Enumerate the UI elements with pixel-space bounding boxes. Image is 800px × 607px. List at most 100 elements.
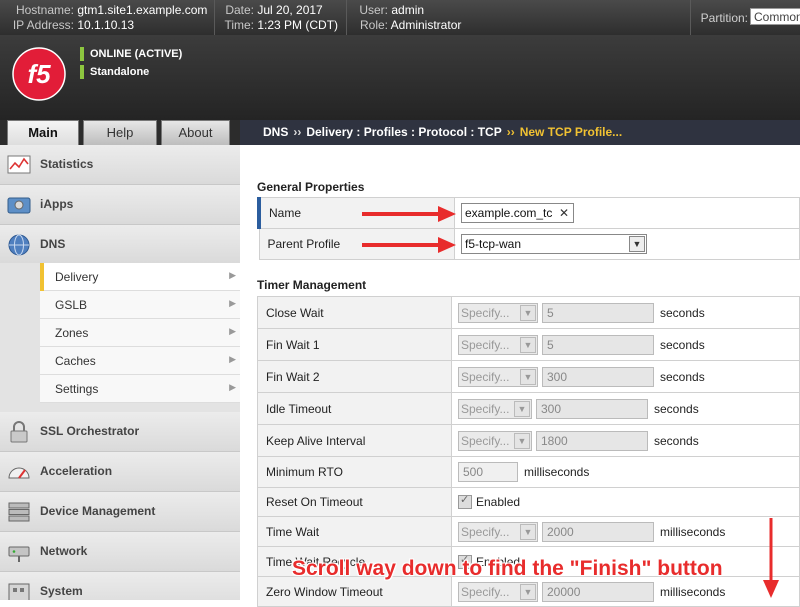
subitem-label: Zones bbox=[55, 326, 89, 340]
sidebar-label: System bbox=[40, 584, 83, 598]
breadcrumb: DNS ›› Delivery : Profiles : Protocol : TC… bbox=[240, 120, 800, 145]
chevron-down-icon: ▼ bbox=[629, 236, 645, 252]
sidebar-item-ssl-orchestrator[interactable]: SSL Orchestrator bbox=[0, 412, 240, 452]
unit-label: seconds bbox=[660, 305, 705, 320]
timer-row: Zero Window Timeout Specify... ▼ 20000 mill… bbox=[257, 576, 800, 607]
chevron-down-icon: ▼ bbox=[520, 304, 536, 321]
specify-select[interactable]: Specify... ▼ bbox=[458, 366, 538, 387]
idle-timeout-input[interactable]: 300 bbox=[536, 398, 648, 419]
name-input[interactable]: example.com_tc ✕ bbox=[461, 203, 574, 223]
user-info: User: admin Role: Administrator bbox=[330, 3, 461, 33]
role-label: Role: bbox=[359, 18, 388, 32]
chevron-right-icon: ▶ bbox=[229, 270, 236, 280]
sidebar-item-device-management[interactable]: Device Management bbox=[0, 492, 240, 532]
specify-select[interactable]: Specify... ▼ bbox=[458, 398, 532, 419]
timer-cell: 500 milliseconds bbox=[451, 456, 800, 488]
fin-wait-1-input[interactable]: 5 bbox=[542, 334, 654, 355]
arrow-down-icon bbox=[763, 518, 779, 598]
mode-indicator bbox=[80, 65, 84, 79]
chevron-right-icon: ▶ bbox=[229, 298, 236, 308]
timer-management-title: Timer Management bbox=[257, 278, 367, 292]
chevron-right-icon: ▶ bbox=[229, 382, 236, 392]
timer-row: Fin Wait 1 Specify... ▼ 5 seconds bbox=[257, 328, 800, 361]
timer-label: Idle Timeout bbox=[257, 392, 452, 425]
partition-select[interactable]: Common bbox=[750, 8, 800, 25]
name-cell: example.com_tc ✕ bbox=[454, 197, 800, 229]
zero-window-timeout-input[interactable]: 20000 bbox=[542, 581, 654, 602]
timer-row: Minimum RTO 500 milliseconds bbox=[257, 456, 800, 488]
sidebar-item-system[interactable]: System bbox=[0, 572, 240, 600]
logo-text: f5 bbox=[27, 59, 51, 89]
breadcrumb-dns[interactable]: DNS bbox=[263, 125, 288, 139]
breadcrumb-tcp[interactable]: Delivery : Profiles : Protocol : TCP bbox=[306, 125, 501, 139]
chevron-down-icon: ▼ bbox=[520, 336, 536, 353]
minimum-rto-input[interactable]: 500 bbox=[458, 462, 518, 482]
parent-profile-row: Parent Profile f5-tcp-wan ▼ bbox=[258, 228, 800, 260]
header-band: f5 ONLINE (ACTIVE) Standalone bbox=[0, 35, 800, 120]
checkbox-label: Enabled bbox=[476, 495, 521, 510]
sidebar-subitem-delivery[interactable]: Delivery ▶ bbox=[40, 263, 240, 291]
general-properties-table: Name example.com_tc ✕ Parent Profile f5-t… bbox=[257, 197, 800, 260]
sidebar-label: Device Management bbox=[40, 504, 156, 518]
topbar-divider bbox=[690, 0, 691, 35]
status-line: ONLINE (ACTIVE) bbox=[80, 47, 182, 61]
system-icon bbox=[8, 583, 30, 600]
timer-cell: Specify... ▼ 1800 seconds bbox=[451, 424, 800, 457]
chevron-right-icon: ▶ bbox=[229, 326, 236, 336]
breadcrumb-separator: ›› bbox=[506, 125, 515, 139]
specify-select[interactable]: Specify... ▼ bbox=[458, 302, 538, 323]
sidebar-subitem-caches[interactable]: Caches ▶ bbox=[40, 347, 240, 375]
specify-select[interactable]: Specify... ▼ bbox=[458, 521, 538, 542]
network-icon bbox=[8, 546, 30, 562]
specify-select[interactable]: Specify... ▼ bbox=[458, 334, 538, 355]
subitem-label: Settings bbox=[55, 382, 99, 396]
chevron-right-icon: ▶ bbox=[229, 354, 236, 364]
tab-main[interactable]: Main bbox=[7, 120, 79, 145]
sidebar-subitem-zones[interactable]: Zones ▶ bbox=[40, 319, 240, 347]
sidebar-item-dns[interactable]: DNS bbox=[0, 225, 240, 263]
f5-logo[interactable]: f5 bbox=[12, 47, 66, 101]
fin-wait-2-input[interactable]: 300 bbox=[542, 366, 654, 387]
sidebar: Statistics iApps DNS Delivery ▶ GSLB ▶ Z… bbox=[0, 145, 240, 600]
top-info-bar: Hostname: gtm1.site1.example.com IP Addr… bbox=[0, 0, 800, 35]
status-text: ONLINE (ACTIVE) bbox=[90, 47, 183, 60]
mode-text: Standalone bbox=[90, 65, 150, 78]
selected-marker bbox=[40, 263, 44, 291]
tab-about[interactable]: About bbox=[161, 120, 230, 145]
time-wait-input[interactable]: 2000 bbox=[542, 521, 654, 542]
lock-icon bbox=[10, 421, 28, 443]
parent-profile-select[interactable]: f5-tcp-wan ▼ bbox=[461, 234, 647, 254]
specify-select[interactable]: Specify... ▼ bbox=[458, 430, 532, 451]
keep-alive-input[interactable]: 1800 bbox=[536, 430, 648, 451]
hostname-value: gtm1.site1.example.com bbox=[77, 3, 208, 17]
specify-text: Specify... bbox=[461, 584, 510, 599]
parent-profile-cell: f5-tcp-wan ▼ bbox=[454, 228, 800, 260]
reset-on-timeout-checkbox[interactable] bbox=[458, 493, 472, 510]
sidebar-item-iapps[interactable]: iApps bbox=[0, 185, 240, 225]
sidebar-item-acceleration[interactable]: Acceleration bbox=[0, 452, 240, 492]
timer-label: Time Wait bbox=[257, 516, 452, 547]
specify-text: Specify... bbox=[461, 401, 510, 416]
unit-label: seconds bbox=[654, 401, 699, 416]
statistics-icon bbox=[7, 155, 31, 174]
timer-row: Fin Wait 2 Specify... ▼ 300 seconds bbox=[257, 360, 800, 393]
globe-icon bbox=[8, 234, 30, 256]
timer-label: Reset On Timeout bbox=[257, 487, 452, 517]
partition-label: Partition: bbox=[700, 11, 748, 25]
sidebar-subitem-settings[interactable]: Settings ▶ bbox=[40, 375, 240, 403]
parent-profile-value: f5-tcp-wan bbox=[465, 237, 522, 251]
sidebar-item-statistics[interactable]: Statistics bbox=[0, 145, 240, 185]
user-label: User: bbox=[359, 3, 388, 17]
sidebar-item-network[interactable]: Network bbox=[0, 532, 240, 572]
specify-select[interactable]: Specify... ▼ bbox=[458, 581, 538, 602]
chevron-down-icon: ▼ bbox=[520, 368, 536, 385]
clear-icon[interactable]: ✕ bbox=[559, 204, 569, 222]
tab-help[interactable]: Help bbox=[83, 120, 157, 145]
timer-label: Zero Window Timeout bbox=[257, 576, 452, 607]
specify-text: Specify... bbox=[461, 337, 510, 352]
specify-text: Specify... bbox=[461, 305, 510, 320]
sidebar-subitem-gslb[interactable]: GSLB ▶ bbox=[40, 291, 240, 319]
chevron-down-icon: ▼ bbox=[514, 432, 530, 449]
date-value: Jul 20, 2017 bbox=[257, 3, 323, 17]
close-wait-input[interactable]: 5 bbox=[542, 302, 654, 323]
